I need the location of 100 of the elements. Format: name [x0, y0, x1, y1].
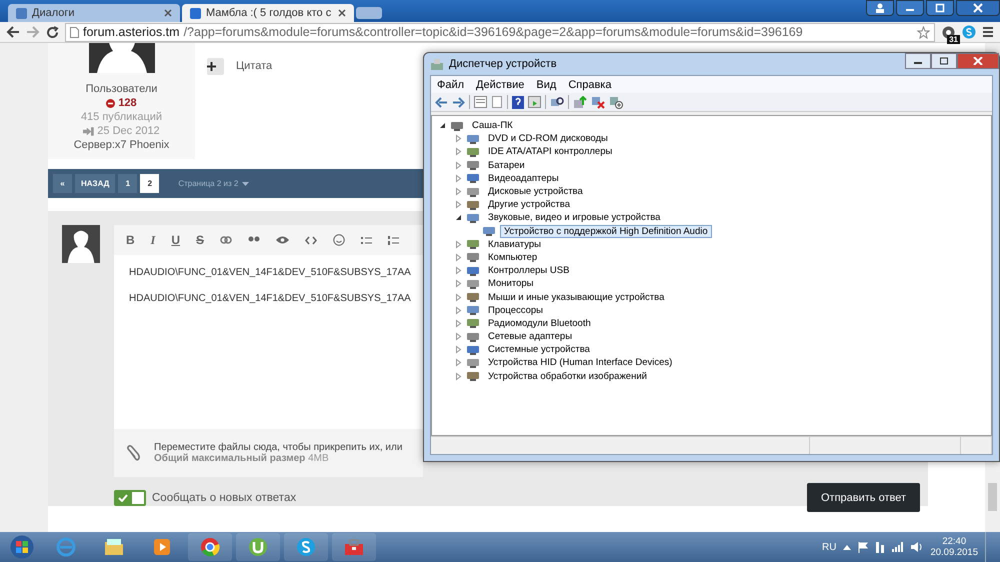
tree-item[interactable]: Мониторы [484, 277, 538, 290]
device-icon [466, 146, 481, 158]
code-icon[interactable] [305, 236, 318, 244]
volume-icon[interactable] [911, 542, 924, 552]
device-icon [466, 356, 481, 369]
page-button[interactable]: 1 [118, 174, 138, 193]
panel-icon[interactable] [528, 96, 541, 108]
plus-icon [207, 62, 216, 71]
link-icon[interactable] [220, 236, 232, 244]
tree-item[interactable]: Контроллеры USB [484, 264, 574, 278]
flag-icon[interactable] [858, 542, 868, 552]
tree-item[interactable]: Компьютер [484, 250, 542, 264]
star-icon[interactable] [917, 26, 930, 38]
tree-item[interactable]: Процессоры [484, 304, 548, 317]
profile-button[interactable] [866, 0, 894, 16]
network-icon[interactable] [875, 542, 886, 552]
avatar [62, 225, 100, 263]
uninstall-icon[interactable] [591, 96, 605, 108]
attach-size-limit: Общий максимальный размер 4MB [154, 453, 330, 464]
tree-item[interactable]: Батареи [484, 158, 529, 172]
scrollbar-thumb[interactable] [988, 483, 997, 511]
signal-icon[interactable] [892, 542, 904, 552]
tree-item[interactable]: IDE ATA/ATAPI контроллеры [484, 145, 616, 158]
forward-icon[interactable] [452, 96, 465, 108]
tree-item[interactable]: Устройства HID (Human Interface Devices) [484, 356, 676, 370]
taskbar-app[interactable] [188, 533, 232, 561]
tree-expander[interactable] [454, 213, 463, 222]
browser-tab[interactable]: Диалоги [8, 4, 180, 22]
help-icon[interactable] [512, 96, 524, 108]
update-driver-icon[interactable] [573, 96, 587, 108]
minimize-button[interactable] [905, 53, 931, 69]
server-label: Сервер:x7 Phoenix [74, 139, 170, 151]
tree-item[interactable]: Устройства обработки изображений [484, 370, 651, 383]
back-icon[interactable] [6, 26, 20, 38]
reply-editor[interactable]: HDAUDIO\FUNC_01&VEN_14F1&DEV_510F&SUBSYS_17AA HDAUDIO\FUNC_01&VEN_14F1&DEV_510F&SUBSYS_17AA [114, 255, 423, 429]
back-icon[interactable] [435, 96, 448, 108]
browser-tab[interactable]: Мамбла :( 5 голдов кто с [182, 4, 354, 22]
clock[interactable]: 22:40 20.09.2015 [930, 536, 978, 558]
quote-link[interactable]: Цитата [236, 58, 272, 75]
taskbar-app[interactable] [236, 533, 280, 561]
quote-icon[interactable] [248, 236, 260, 244]
multiquote-button[interactable] [207, 58, 224, 75]
tree-item[interactable]: Саша-ПК [468, 119, 517, 132]
menu-icon[interactable] [982, 26, 994, 38]
media-player-icon [152, 537, 172, 557]
device-icon [466, 344, 481, 356]
tree-item[interactable]: DVD и CD-ROM дисководы [484, 132, 612, 146]
tree-item[interactable]: Дисковые устройства [484, 185, 587, 198]
page-button[interactable]: 2 [140, 174, 160, 193]
tree-expander[interactable] [438, 121, 447, 130]
tree-item[interactable]: Системные устройства [484, 343, 594, 356]
tree-item[interactable]: Клавиатуры [484, 238, 546, 251]
tree-item[interactable]: Устройство с поддержкой High Definition Audio [500, 224, 712, 238]
format-button[interactable]: U [171, 233, 180, 247]
bullet-list-icon[interactable] [361, 236, 372, 244]
menu-item[interactable]: Файл [431, 78, 470, 90]
menu-item[interactable]: Вид [530, 78, 562, 90]
device-icon [482, 225, 497, 238]
tree-item[interactable]: Сетевые адаптеры [484, 330, 576, 344]
close-icon [973, 57, 983, 65]
language-indicator[interactable]: RU [822, 542, 836, 552]
device-icon [466, 159, 481, 172]
document-icon[interactable] [491, 96, 503, 108]
submit-reply-button[interactable]: Отправить ответ [806, 483, 920, 512]
chevron-up-icon[interactable] [843, 544, 852, 550]
first-page-button[interactable]: « [53, 174, 72, 193]
disable-device-icon[interactable] [609, 96, 623, 108]
format-button[interactable]: I [150, 232, 156, 248]
format-button[interactable]: B [126, 233, 135, 247]
tree-item[interactable]: Видеоадаптеры [484, 172, 563, 185]
caret-icon [242, 182, 250, 186]
tree-item[interactable]: Мыши и иные указывающие устройства [484, 290, 668, 304]
skype-icon[interactable] [962, 25, 976, 39]
close-icon [973, 3, 983, 13]
reload-icon[interactable] [46, 26, 59, 38]
format-button[interactable]: S [196, 233, 204, 247]
attach-hint: Переместите файлы сюда, чтобы прикрепить их, или [154, 442, 402, 453]
menu-item[interactable]: Действие [470, 78, 530, 90]
numbered-list-icon[interactable] [388, 236, 400, 244]
new-tab-button[interactable] [356, 7, 382, 19]
device-icon [466, 304, 481, 316]
menu-item[interactable]: Справка [562, 78, 618, 90]
device-icon [466, 198, 481, 211]
tree-item[interactable]: Радиомодули Bluetooth [484, 316, 595, 330]
notify-label: Сообщать о новых ответах [152, 492, 296, 504]
properties-icon[interactable] [474, 96, 487, 108]
previous-page-button[interactable]: НАЗАД [75, 174, 116, 193]
minimize-button[interactable] [896, 0, 924, 16]
tree-item[interactable]: Другие устройства [484, 198, 574, 212]
notify-toggle[interactable] [114, 490, 146, 506]
maximize-button[interactable] [926, 0, 954, 16]
eye-icon[interactable] [276, 236, 290, 244]
scan-hardware-icon[interactable] [550, 96, 564, 108]
taskbar-app[interactable] [284, 533, 328, 561]
smiley-icon[interactable] [333, 234, 346, 246]
tree-item[interactable]: Звуковые, видео и игровые устройства [484, 211, 664, 224]
close-button[interactable] [956, 0, 1000, 16]
globe-icon [56, 537, 76, 557]
maximize-button[interactable] [931, 53, 957, 69]
torrent-icon [248, 537, 268, 557]
